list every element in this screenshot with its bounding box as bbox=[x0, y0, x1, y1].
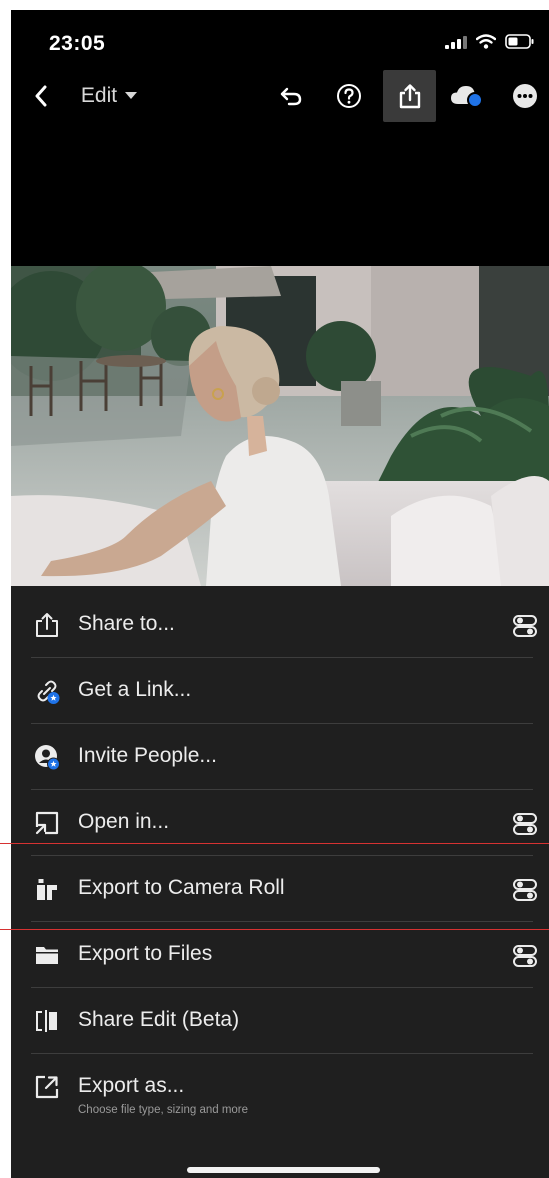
menu-item-export-files[interactable]: Export to Files bbox=[31, 922, 537, 988]
menu-item-export-as[interactable]: Export as... Choose file type, sizing an… bbox=[31, 1054, 533, 1134]
menu-item-open-in[interactable]: Open in... bbox=[31, 790, 537, 856]
options-toggle-icon[interactable] bbox=[513, 614, 537, 638]
back-button[interactable] bbox=[27, 70, 55, 122]
edit-dropdown[interactable]: Edit bbox=[77, 70, 141, 122]
battery-icon bbox=[505, 34, 534, 49]
chevron-left-icon bbox=[35, 85, 47, 107]
photo-preview bbox=[11, 266, 549, 586]
menu-item-label: Export to Camera Roll bbox=[78, 876, 285, 899]
undo-button[interactable] bbox=[273, 70, 309, 122]
status-bar: 23:05 bbox=[11, 10, 549, 66]
home-indicator[interactable] bbox=[187, 1167, 380, 1173]
menu-item-label: Open in... bbox=[78, 810, 170, 833]
top-toolbar: Edit bbox=[11, 70, 549, 122]
more-button[interactable] bbox=[507, 70, 543, 122]
help-icon bbox=[337, 84, 361, 108]
cloud-sync-button[interactable] bbox=[447, 70, 487, 122]
share-edit-icon bbox=[36, 1010, 57, 1032]
menu-item-label: Share to... bbox=[78, 612, 175, 635]
more-icon bbox=[513, 84, 537, 108]
signal-icon bbox=[445, 35, 467, 49]
status-icons bbox=[445, 34, 535, 49]
invite-people-icon bbox=[35, 745, 60, 770]
folder-icon bbox=[36, 947, 58, 964]
photo-image bbox=[11, 266, 549, 586]
share-icon bbox=[399, 84, 420, 109]
share-button[interactable] bbox=[383, 70, 436, 122]
menu-item-label: Share Edit (Beta) bbox=[78, 1008, 240, 1031]
menu-item-share-to[interactable]: Share to... bbox=[31, 592, 537, 658]
menu-item-export-camera-roll[interactable]: Export to Camera Roll bbox=[31, 856, 537, 922]
menu-item-label: Get a Link... bbox=[78, 678, 192, 701]
menu-item-sublabel: Choose file type, sizing and more bbox=[78, 1104, 249, 1116]
link-icon bbox=[37, 680, 60, 704]
cloud-sync-icon bbox=[451, 86, 483, 108]
camera-roll-icon bbox=[37, 879, 57, 900]
open-in-icon bbox=[35, 811, 59, 835]
edit-label: Edit bbox=[80, 84, 118, 107]
export-as-icon bbox=[35, 1075, 59, 1099]
undo-icon bbox=[280, 87, 302, 106]
menu-item-label: Invite People... bbox=[78, 744, 217, 767]
options-toggle-icon[interactable] bbox=[513, 812, 537, 836]
wifi-icon bbox=[476, 34, 496, 49]
menu-item-share-edit[interactable]: Share Edit (Beta) bbox=[31, 988, 533, 1054]
status-time: 23:05 bbox=[49, 32, 106, 55]
options-toggle-icon[interactable] bbox=[513, 944, 537, 968]
share-icon bbox=[36, 613, 58, 637]
menu-item-get-link[interactable]: Get a Link... bbox=[31, 658, 533, 724]
menu-item-label: Export as... bbox=[78, 1074, 185, 1097]
menu-item-invite-people[interactable]: Invite People... bbox=[31, 724, 533, 790]
share-menu: Share to... Get a Link... Invite People.… bbox=[11, 586, 549, 1178]
guide-line bbox=[0, 843, 549, 844]
options-toggle-icon[interactable] bbox=[513, 878, 537, 902]
menu-item-label: Export to Files bbox=[78, 942, 213, 965]
help-button[interactable] bbox=[331, 70, 367, 122]
phone-screen: 23:05 Edit Share to... Get a Link... Inv… bbox=[11, 10, 549, 1178]
guide-line bbox=[0, 929, 549, 930]
caret-down-icon bbox=[125, 92, 138, 99]
